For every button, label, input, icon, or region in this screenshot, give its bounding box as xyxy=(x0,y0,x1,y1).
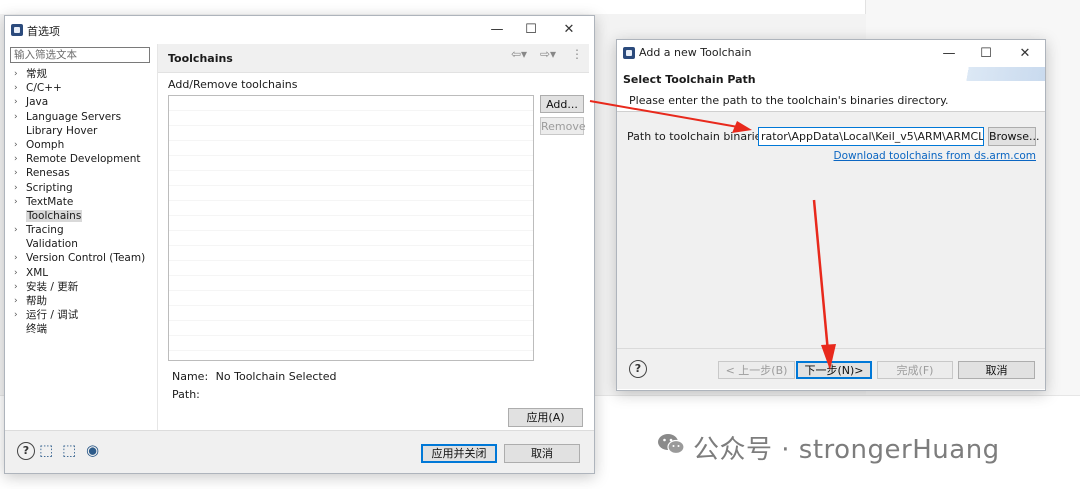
arrow-to-path-field xyxy=(589,100,752,133)
arrow-to-next-button xyxy=(812,199,836,370)
watermark-text: 公众号 · strongerHuang xyxy=(693,435,1000,465)
wechat-logo-icon xyxy=(658,434,685,455)
annotation-arrows xyxy=(589,100,836,370)
